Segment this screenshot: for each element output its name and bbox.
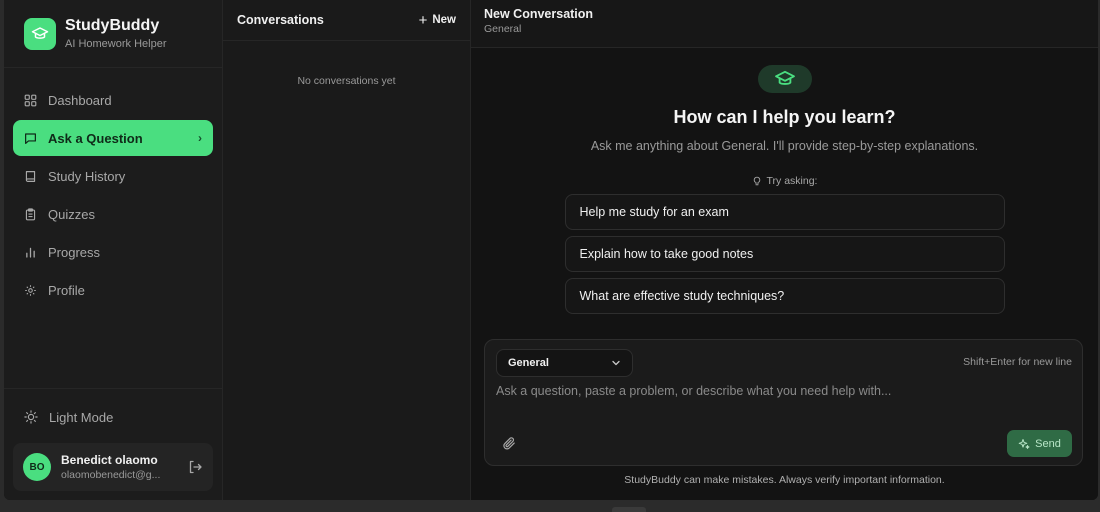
brand-name: StudyBuddy (65, 17, 160, 34)
sidebar-item-study-history[interactable]: Study History (13, 158, 213, 194)
graduation-cap-icon (757, 65, 812, 93)
sidebar-item-label: Dashboard (48, 92, 112, 108)
light-mode-label: Light Mode (49, 409, 114, 425)
plus-icon: + (418, 11, 428, 29)
suggestion-button[interactable]: Explain how to take good notes (564, 236, 1005, 272)
bar-chart-icon (26, 247, 35, 258)
sidebar-item-label: Quizzes (48, 206, 95, 222)
sidebar: StudyBuddy AI Homework Helper Dashboard … (4, 0, 223, 500)
try-asking-text: Try asking: (766, 175, 818, 187)
newline-hint: Shift+Enter for new line (963, 356, 1072, 368)
conversation-title: New Conversation (484, 7, 594, 21)
sidebar-footer: Light Mode BO Benedict olaomo olaomobene… (4, 388, 222, 500)
empty-conversations-text: No conversations yet (297, 75, 396, 87)
new-conversation-label: New (432, 14, 456, 26)
sidebar-item-label: Progress (48, 244, 101, 260)
subject-select[interactable]: General (496, 349, 633, 377)
sparkles-icon (1018, 438, 1030, 449)
try-asking-label: Try asking: (752, 175, 818, 187)
conversation-subject: General (484, 23, 522, 35)
question-input[interactable] (496, 384, 1071, 424)
sidebar-item-profile[interactable]: Profile (13, 272, 213, 308)
sidebar-item-ask-a-question[interactable]: Ask a Question › (13, 120, 213, 156)
sidebar-nav: Dashboard Ask a Question › Study History (4, 68, 222, 388)
book-icon (25, 170, 36, 182)
conversations-header: Conversations + New (223, 0, 470, 41)
send-button[interactable]: Send (1007, 430, 1072, 457)
app-window: StudyBuddy AI Homework Helper Dashboard … (4, 0, 1098, 500)
suggestion-list: Help me study for an exam Explain how to… (564, 194, 1005, 320)
user-name: Benedict olaomo (61, 453, 158, 467)
suggestion-button[interactable]: Help me study for an exam (564, 194, 1005, 230)
chevron-right-icon: › (198, 131, 202, 145)
sidebar-item-dashboard[interactable]: Dashboard (13, 82, 213, 118)
subject-select-value: General (508, 357, 549, 369)
avatar: BO (23, 453, 51, 481)
graduation-cap-icon (24, 17, 56, 50)
chat-icon (25, 132, 36, 144)
conversations-panel: Conversations + New No conversations yet (223, 0, 471, 500)
grid-icon (24, 94, 37, 106)
scroll-handle (612, 507, 646, 512)
chat-main: New Conversation General How can I help … (471, 0, 1098, 500)
sidebar-item-label: Profile (48, 282, 85, 298)
sidebar-item-label: Study History (48, 168, 126, 184)
chevron-down-icon (612, 360, 620, 366)
sidebar-item-label: Ask a Question (48, 130, 143, 146)
logout-icon[interactable] (187, 459, 203, 475)
user-email: olaomobenedict@g... (61, 469, 161, 481)
sun-icon (24, 410, 38, 424)
bottom-bar (0, 500, 1100, 512)
gear-icon (25, 284, 36, 296)
chat-header: New Conversation General (471, 0, 1098, 48)
message-composer: General Shift+Enter for new line Send (484, 339, 1083, 466)
new-conversation-button[interactable]: + New (419, 12, 456, 29)
send-button-label: Send (1035, 437, 1061, 450)
welcome-title: How can I help you learn? (673, 107, 896, 127)
user-card: BO Benedict olaomo olaomobenedict@g... (13, 443, 213, 491)
sidebar-item-quizzes[interactable]: Quizzes (13, 196, 213, 232)
welcome-section: How can I help you learn? Ask me anythin… (471, 48, 1098, 320)
lightbulb-icon (753, 176, 760, 186)
suggestion-button[interactable]: What are effective study techniques? (564, 278, 1005, 314)
light-mode-toggle[interactable]: Light Mode (13, 399, 213, 435)
paperclip-icon[interactable] (502, 436, 517, 451)
conversations-title: Conversations (237, 13, 324, 27)
disclaimer-text: StudyBuddy can make mistakes. Always ver… (624, 474, 945, 486)
sidebar-item-progress[interactable]: Progress (13, 234, 213, 270)
brand-subtitle: AI Homework Helper (65, 38, 167, 50)
clipboard-icon (25, 207, 36, 220)
welcome-subtitle: Ask me anything about General. I'll prov… (590, 139, 979, 153)
brand: StudyBuddy AI Homework Helper (4, 0, 222, 68)
